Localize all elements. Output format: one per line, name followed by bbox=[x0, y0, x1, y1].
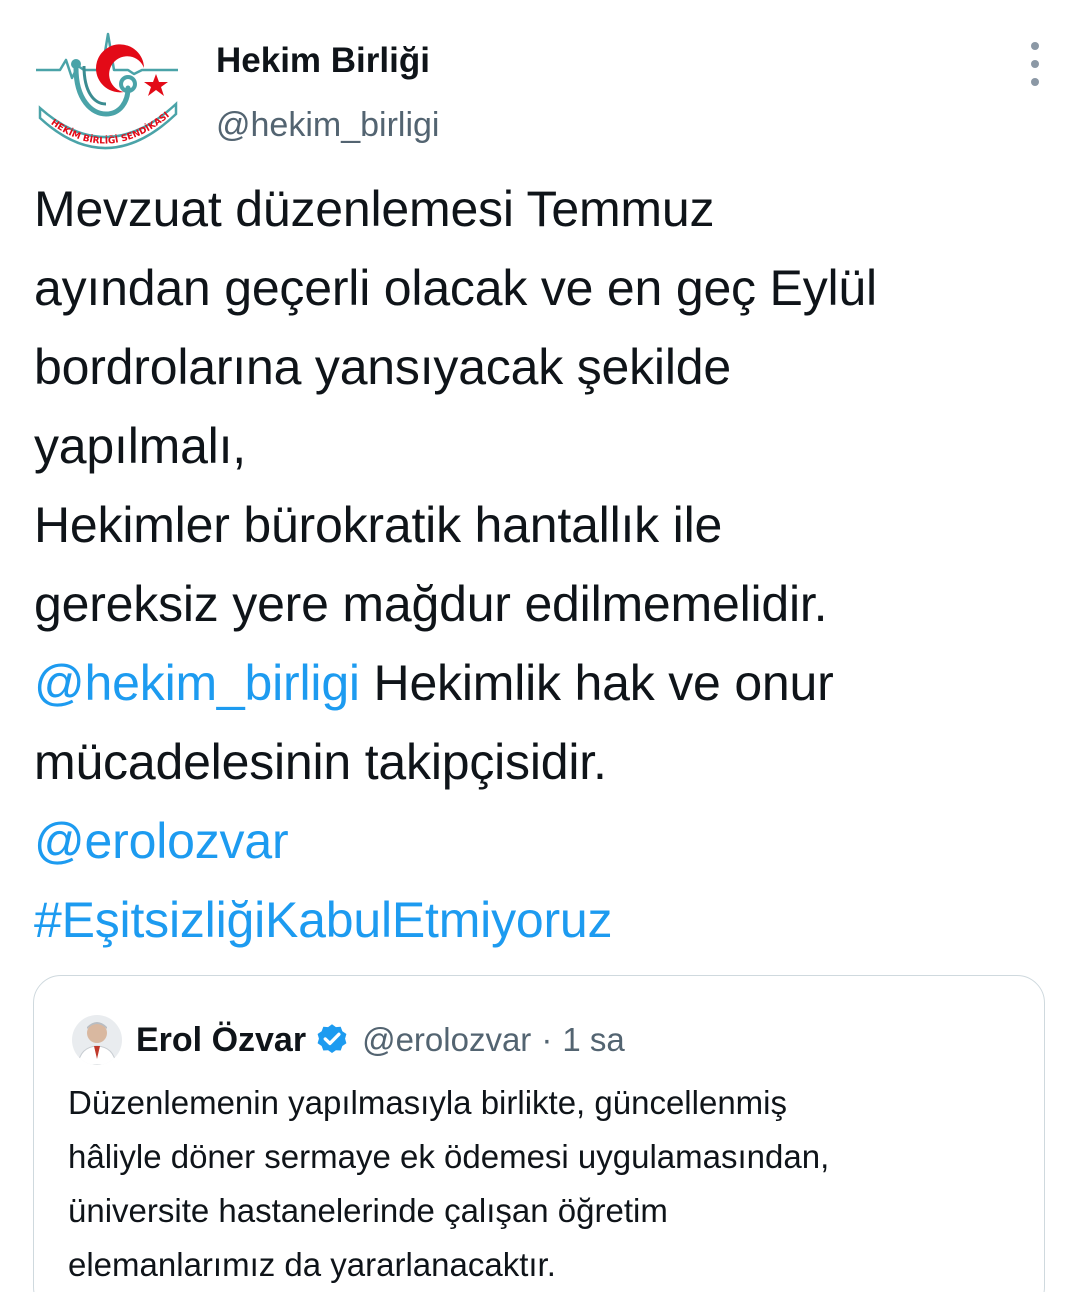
tweet-text-line: mücadelesinin takipçisidir. bbox=[34, 734, 607, 790]
quoted-text-line: üniversite hastanelerinde çalışan öğreti… bbox=[68, 1192, 668, 1229]
tweet-page: HEKİM BİRLİĞİ SENDİKASI Hekim Birliği @h… bbox=[0, 0, 1080, 1292]
more-options-vertical-icon bbox=[1031, 42, 1039, 50]
quoted-text-line: hâliyle döner sermaye ek ödemesi uygulam… bbox=[68, 1138, 830, 1175]
verified-badge-icon bbox=[317, 1024, 347, 1054]
author-display-name[interactable]: Hekim Birliği bbox=[216, 40, 439, 82]
quoted-tweet-time[interactable]: 1 sa bbox=[562, 1021, 624, 1059]
tweet-text-line: bordrolarına yansıyacak şekilde bbox=[34, 339, 731, 395]
quoted-text-line: Düzenlemenin yapılmasıyla birlikte, günc… bbox=[68, 1084, 787, 1121]
tweet-text-fragment: Hekimlik hak ve onur bbox=[359, 655, 834, 711]
author-avatar[interactable]: HEKİM BİRLİĞİ SENDİKASI bbox=[32, 30, 182, 160]
tweet-text-line: #EşitsizliğiKabulEtmiyoruz bbox=[34, 881, 1054, 960]
quoted-author-handle[interactable]: @erolozvar bbox=[362, 1021, 531, 1059]
tweet-text-line: yapılmalı, bbox=[34, 418, 246, 474]
hekim-birligi-logo-icon: HEKİM BİRLİĞİ SENDİKASI bbox=[36, 32, 178, 150]
tweet-text: Mevzuat düzenlemesi Temmuz ayından geçer… bbox=[34, 170, 1054, 960]
quoted-author-avatar[interactable] bbox=[72, 1015, 122, 1065]
tweet-header: HEKİM BİRLİĞİ SENDİKASI Hekim Birliği @h… bbox=[32, 30, 1048, 160]
quoted-author-name[interactable]: Erol Özvar bbox=[136, 1021, 306, 1060]
tweet-text-line: ayından geçerli olacak ve en geç Eylül bbox=[34, 260, 877, 316]
quoted-tweet-text: Düzenlemenin yapılmasıyla birlikte, günc… bbox=[68, 1076, 1028, 1292]
separator-dot: · bbox=[541, 1021, 553, 1058]
quoted-tweet-header: Erol Özvar @erolozvar · 1 sa bbox=[72, 1012, 625, 1068]
more-options-dot bbox=[1031, 60, 1039, 68]
tweet-text-line: @erolozvar bbox=[34, 802, 1054, 881]
more-options-button[interactable] bbox=[1022, 42, 1048, 86]
tweet-text-line: Hekimler bürokratik hantallık ile bbox=[34, 497, 723, 553]
more-options-dot bbox=[1031, 78, 1039, 86]
tweet-text-line: @hekim_birligi Hekimlik hak ve onur bbox=[34, 644, 1054, 723]
mention-link-erolozvar[interactable]: @erolozvar bbox=[34, 813, 289, 869]
mention-link-hekim-birligi[interactable]: @hekim_birligi bbox=[34, 655, 360, 711]
hashtag-link[interactable]: #EşitsizliğiKabulEtmiyoruz bbox=[34, 892, 613, 948]
author-handle[interactable]: @hekim_birligi bbox=[216, 105, 439, 145]
quoted-text-line: elemanlarımız da yararlanacaktır. bbox=[68, 1246, 556, 1283]
tweet-text-line: gereksiz yere mağdur edilmemelidir. bbox=[34, 576, 828, 632]
quoted-tweet-card[interactable]: Erol Özvar @erolozvar · 1 sa Düzenlemeni… bbox=[33, 975, 1045, 1292]
author-name-block: Hekim Birliği @hekim_birligi bbox=[216, 40, 439, 145]
person-avatar-icon bbox=[72, 1015, 122, 1065]
tweet-text-line: Mevzuat düzenlemesi Temmuz bbox=[34, 181, 715, 237]
